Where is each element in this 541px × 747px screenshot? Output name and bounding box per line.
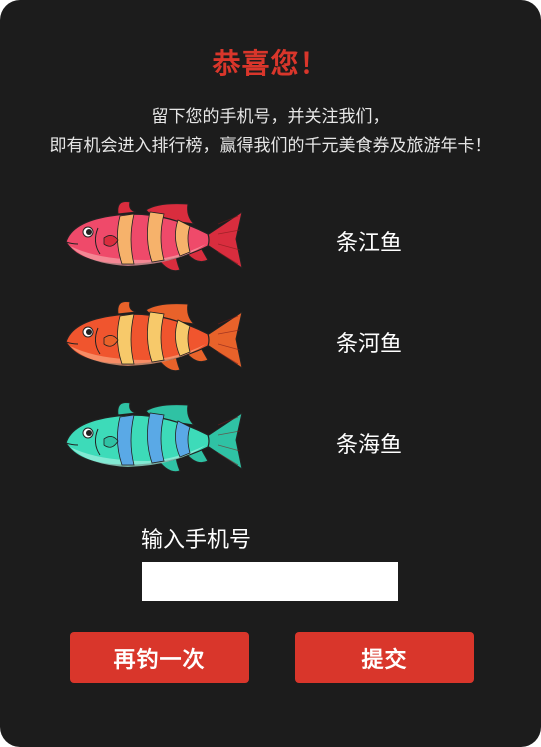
- submit-button[interactable]: 提交: [295, 632, 474, 683]
- result-popup: 恭喜您！ 留下您的手机号，并关注我们， 即有机会进入排行榜，赢得我们的千元美食券…: [0, 0, 541, 747]
- catch-count-stream-fish: 条河鱼: [336, 332, 403, 357]
- popup-title: 恭喜您！: [212, 47, 329, 80]
- retry-button[interactable]: 再钓一次: [70, 632, 249, 683]
- orange-fish-icon: [65, 301, 243, 372]
- popup-message-line1: 留下您的手机号，并关注我们，: [151, 107, 390, 127]
- catch-count-sea-fish: 条海鱼: [336, 433, 403, 458]
- phone-input[interactable]: [142, 562, 398, 601]
- teal-fish-icon: [65, 402, 243, 473]
- popup-message-line2: 即有机会进入排行榜，赢得我们的千元美食券及旅游年卡！: [49, 136, 492, 156]
- red-fish-icon: [65, 201, 243, 272]
- phone-label: 输入手机号: [141, 528, 252, 553]
- catch-count-river-fish: 条江鱼: [336, 231, 403, 256]
